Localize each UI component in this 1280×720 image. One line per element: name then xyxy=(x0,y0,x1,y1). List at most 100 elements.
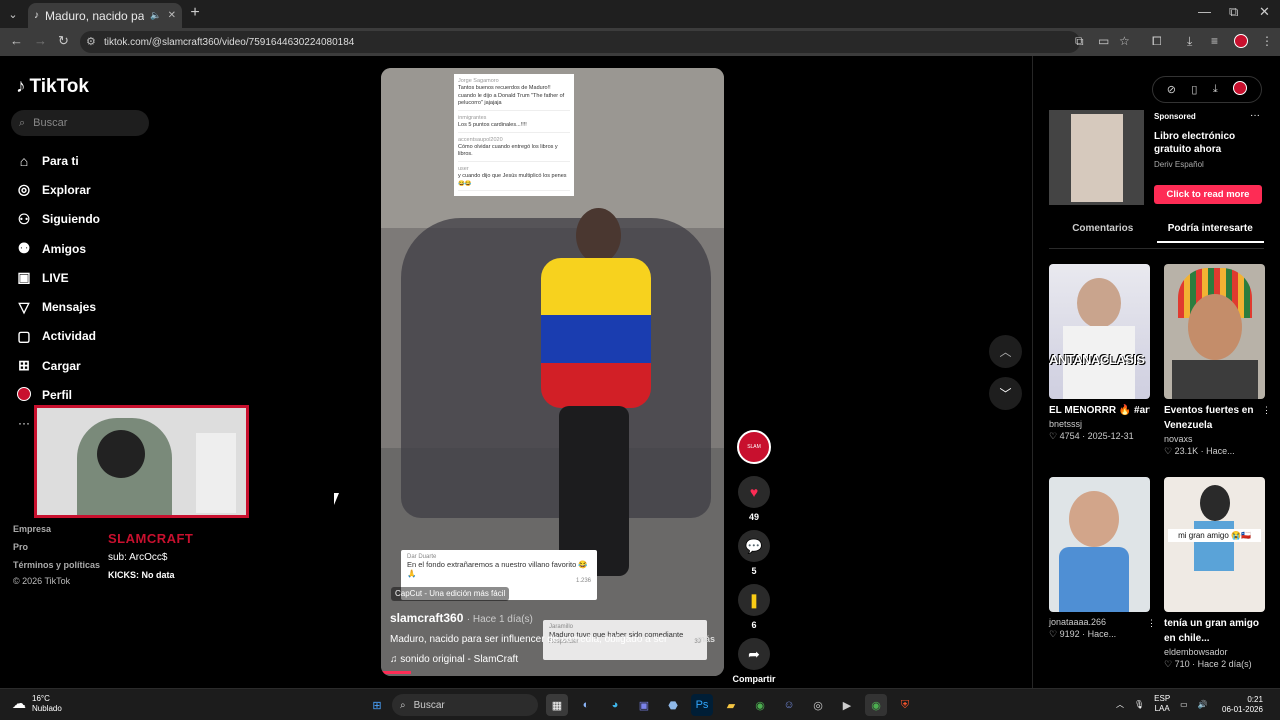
back-icon[interactable]: ← xyxy=(10,33,23,48)
cast-icon[interactable]: ▭ xyxy=(1098,34,1109,48)
coins-icon[interactable]: ⊘ xyxy=(1167,83,1176,96)
teams-icon[interactable]: ▣ xyxy=(633,694,655,716)
video-player[interactable]: Jorge Sagamoro Tantos buenos recuerdos de… xyxy=(381,68,724,676)
webcam-head xyxy=(97,430,145,478)
like-button[interactable]: ♥ xyxy=(738,476,770,508)
sidebar-item-actividad[interactable]: ▢ Actividad xyxy=(16,322,100,351)
reload-icon[interactable]: ↻ xyxy=(58,33,69,49)
edge-icon[interactable]: ◕ xyxy=(604,694,626,716)
device-icon[interactable]: ▯ xyxy=(1191,83,1197,96)
next-video-button[interactable]: ﹀ xyxy=(989,377,1022,410)
video-music[interactable]: ♫ sonido original - SlamCraft xyxy=(390,654,518,665)
discord-icon[interactable]: ☺ xyxy=(778,694,800,716)
file-explorer-icon[interactable]: ▰ xyxy=(720,694,742,716)
card-options-icon[interactable]: ⋮ xyxy=(1262,405,1271,416)
search-input[interactable]: ⌕ Buscar xyxy=(11,110,149,136)
extensions-icon[interactable]: ⧠ xyxy=(1152,34,1162,49)
minimize-button[interactable]: — xyxy=(1198,4,1211,19)
suggested-video-card[interactable]: Eventos fuertes en Venezuela novaxs ♡ 23… xyxy=(1164,264,1271,457)
obs-icon[interactable]: ◎ xyxy=(807,694,829,716)
copilot-icon[interactable]: ◐ xyxy=(575,694,597,716)
creator-avatar[interactable]: SLAM xyxy=(737,430,771,464)
browser-tabstrip: ⌄ ♪ Maduro, nacido para ser inf 🔈 ✕ + — … xyxy=(0,0,1280,28)
sidebar-item-siguiendo[interactable]: ⚇ Siguiendo xyxy=(16,205,100,234)
comment-button[interactable]: 💬 xyxy=(738,530,770,562)
forward-icon[interactable]: → xyxy=(34,33,47,48)
share-button[interactable]: ➦ xyxy=(738,638,770,670)
card-options-icon[interactable]: ⋮ xyxy=(1147,618,1156,629)
more-button[interactable]: ··· xyxy=(18,416,30,430)
save-button[interactable]: ❚ xyxy=(738,584,770,616)
footer-terminos[interactable]: Términos y políticas xyxy=(13,560,100,570)
site-info-icon[interactable]: ⚙ xyxy=(86,35,96,48)
media-player-icon[interactable]: ▶ xyxy=(836,694,858,716)
ad-thumbnail[interactable] xyxy=(1049,110,1144,205)
suggested-video-card[interactable]: ANTANACLASIS EL MENORRR 🔥 #arte #freesty… xyxy=(1049,264,1150,442)
sidebar-item-explorar[interactable]: ◎ Explorar xyxy=(16,175,100,204)
microphone-icon[interactable]: 🎙 xyxy=(1134,700,1144,709)
steam-icon[interactable]: ⬣ xyxy=(662,694,684,716)
brave-icon[interactable]: ⛨ xyxy=(894,694,916,716)
chrome-icon[interactable]: ◉ xyxy=(749,694,771,716)
volume-icon[interactable]: 🔊 xyxy=(1198,700,1208,709)
profile-icon[interactable] xyxy=(1234,34,1248,51)
bookmark-star-icon[interactable]: ☆ xyxy=(1119,34,1130,48)
ad-image xyxy=(1071,114,1123,202)
close-window-button[interactable]: ✕ xyxy=(1259,4,1270,20)
sidebar-item-live[interactable]: ▣ LIVE xyxy=(16,263,100,292)
audio-icon[interactable]: 🔈 xyxy=(150,10,161,21)
sidebar-item-mensajes[interactable]: ▽ Mensajes xyxy=(16,292,100,321)
weather-widget[interactable]: ☁ 16°C Nublado xyxy=(12,694,62,714)
restore-button[interactable]: ⧉ xyxy=(1229,4,1238,20)
sidebar-item-cargar[interactable]: ⊞ Cargar xyxy=(16,351,100,380)
account-avatar[interactable] xyxy=(1233,81,1248,98)
media-icon[interactable]: ≡ xyxy=(1211,34,1218,48)
tab-podria-interesarte[interactable]: Podría interesarte xyxy=(1156,223,1264,243)
streamer-name: SLAMCRAFT xyxy=(108,531,194,546)
download-icon[interactable]: ⤓ xyxy=(1187,34,1192,49)
suggested-video-card[interactable]: mi gran amigo 😭🇨🇱 tenía un gran amigo en… xyxy=(1164,477,1265,670)
tiktok-logo[interactable]: ♪ TikTok xyxy=(16,76,89,98)
chevron-up-icon[interactable]: ︿ xyxy=(1116,699,1124,710)
taskbar-search[interactable]: ⌕ Buscar xyxy=(392,694,538,716)
more-link[interactable]: más xyxy=(697,634,715,644)
ad-cta-button[interactable]: Click to read more xyxy=(1154,185,1262,204)
translate-icon[interactable]: ⧉ xyxy=(1075,34,1084,49)
copyright: © 2026 TikTok xyxy=(13,576,71,586)
clock[interactable]: 0:21 06-01-2026 xyxy=(1222,695,1263,716)
video-author[interactable]: slamcraft360 · Hace 1 día(s) xyxy=(390,611,533,625)
tab-comentarios[interactable]: Comentarios xyxy=(1049,223,1157,243)
new-tab-button[interactable]: + xyxy=(186,4,204,22)
right-toolbar: ⊘ ▯ ⤓ xyxy=(1152,76,1262,103)
prev-video-button[interactable]: ︿ xyxy=(989,335,1022,368)
network-icon[interactable]: ▭ xyxy=(1180,700,1188,709)
app-download-icon[interactable]: ⤓ xyxy=(1213,83,1218,96)
card-author: eldembowsador xyxy=(1164,647,1228,657)
author-name: slamcraft360 xyxy=(390,611,464,625)
footer-programa[interactable]: Pro xyxy=(13,542,28,552)
sidebar-item-para-ti[interactable]: ⌂ Para ti xyxy=(16,146,100,175)
ad-title[interactable]: Libro electrónico gratuito ahora xyxy=(1154,130,1254,156)
footer-empresa[interactable]: Empresa xyxy=(13,524,51,534)
ad-options-icon[interactable]: ··· xyxy=(1250,110,1260,121)
address-bar[interactable]: ⚙ tiktok.com/@slamcraft360/video/7591644… xyxy=(80,31,1080,53)
comment-text: En el fondo extrañaremos a nuestro villa… xyxy=(407,560,588,578)
language-indicator[interactable]: ESP LAA xyxy=(1154,694,1170,715)
video-progress-bar[interactable] xyxy=(381,671,411,674)
sidebar-item-label: LIVE xyxy=(42,270,69,285)
card-author: jonataaaa.266 xyxy=(1049,617,1107,627)
sidebar-item-amigos[interactable]: ⚉ Amigos xyxy=(16,234,100,263)
task-view-icon[interactable]: ▦ xyxy=(546,694,568,716)
capcut-badge[interactable]: CapCut - Una edición más fácil xyxy=(391,587,510,601)
tab-search-button[interactable]: ⌄ xyxy=(4,5,22,23)
sidebar-item-label: Siguiendo xyxy=(42,212,100,227)
chrome-active-icon[interactable]: ◉ xyxy=(865,694,887,716)
windows-start-icon[interactable]: ⊞ xyxy=(366,694,388,716)
tab-title: Maduro, nacido para ser inf xyxy=(45,8,145,23)
comment-author: inmigrantes xyxy=(458,114,487,121)
suggested-video-card[interactable]: jonataaaa.266 ♡ 9192 · Hace... ⋮ xyxy=(1049,477,1156,640)
photoshop-icon[interactable]: Ps xyxy=(691,694,713,716)
menu-icon[interactable]: ⋮ xyxy=(1261,34,1273,48)
browser-tab[interactable]: ♪ Maduro, nacido para ser inf 🔈 ✕ xyxy=(28,3,182,28)
tab-close-icon[interactable]: ✕ xyxy=(168,10,176,21)
